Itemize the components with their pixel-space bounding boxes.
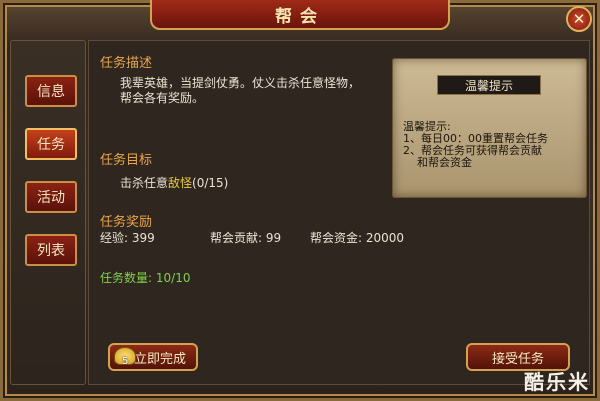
reward-fund-value: 20000 (365, 231, 405, 245)
task-goal-enemy: 敌怪 (168, 176, 193, 190)
task-goal-prefix: 击杀任意 (120, 176, 169, 190)
reward-contribution: 帮会贡献: 99 (210, 231, 281, 246)
window-title: 帮会 (275, 6, 325, 27)
task-description-line2: 帮会各有奖励。 (120, 91, 205, 105)
task-description-line1: 我辈英雄，当提剑仗勇。仗义击杀任意怪物， (120, 76, 361, 90)
instant-complete-button[interactable]: 5 立即完成 (108, 343, 198, 371)
task-goal: 击杀任意敌怪(0/15) (120, 176, 228, 191)
close-icon: ✕ (572, 9, 586, 28)
task-goal-progress: (0/15) (192, 176, 229, 190)
task-count-value: 10/10 (155, 271, 191, 285)
task-count: 任务数量: 10/10 (100, 271, 190, 286)
tips-line: 和帮会资金 (417, 156, 472, 169)
instant-cost: 5 (122, 356, 129, 367)
task-goal-title: 任务目标 (100, 153, 153, 168)
reward-exp-label: 经验: (100, 231, 129, 245)
sidebar-item-list[interactable]: 列表 (25, 234, 77, 266)
tips-title: 温馨提示 (437, 75, 541, 95)
reward-exp: 经验: 399 (100, 231, 155, 246)
reward-fund: 帮会资金: 20000 (310, 231, 404, 246)
tips-text: 温馨提示: 1、每日00：00重置帮会任务 2、帮会任务可获得帮会贡献 和帮会资… (403, 121, 548, 169)
reward-exp-value: 399 (131, 231, 155, 245)
sidebar-item-label: 信息 (37, 84, 65, 100)
sidebar-item-label: 任务 (37, 137, 65, 153)
sidebar-item-activity[interactable]: 活动 (25, 181, 77, 213)
sidebar-item-info[interactable]: 信息 (25, 75, 77, 107)
task-reward-title: 任务奖励 (100, 215, 153, 230)
instant-complete-label: 立即完成 (133, 351, 186, 367)
accept-task-label: 接受任务 (491, 351, 544, 367)
watermark: 酷乐米 (524, 370, 590, 394)
reward-contribution-value: 99 (265, 231, 282, 245)
sidebar-item-task[interactable]: 任务 (25, 128, 77, 160)
task-count-label: 任务数量: (100, 271, 153, 285)
tips-panel: 温馨提示 温馨提示: 1、每日00：00重置帮会任务 2、帮会任务可获得帮会贡献… (392, 58, 587, 198)
close-button[interactable]: ✕ (566, 6, 592, 32)
reward-contribution-label: 帮会贡献: (210, 231, 263, 245)
task-description-title: 任务描述 (100, 56, 153, 71)
reward-fund-label: 帮会资金: (310, 231, 363, 245)
sidebar-item-label: 列表 (37, 243, 65, 259)
sidebar-item-label: 活动 (37, 190, 65, 206)
window-title-bar: 帮会 (150, 0, 450, 30)
sidebar: 信息 任务 活动 列表 (10, 40, 86, 385)
